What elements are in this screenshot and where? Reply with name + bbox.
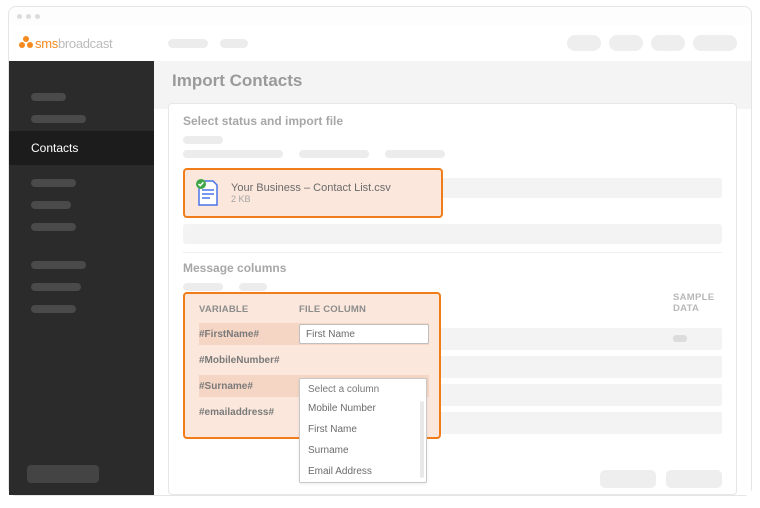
footer-button[interactable]	[600, 470, 656, 488]
placeholder	[385, 150, 445, 158]
placeholder-stripe	[183, 224, 722, 244]
columns-section-title: Message columns	[183, 261, 722, 275]
mapping-variable: #FirstName#	[199, 329, 299, 340]
sidebar-item[interactable]	[31, 283, 81, 291]
uploaded-file-card[interactable]: Your Business – Contact List.csv 2 KB	[183, 168, 443, 218]
column-select[interactable]: First Name	[299, 324, 429, 344]
dropdown-placeholder: Select a column	[300, 379, 426, 398]
footer-button[interactable]	[666, 470, 722, 488]
topbar-item[interactable]	[168, 39, 208, 48]
placeholder	[183, 283, 223, 291]
placeholder	[183, 150, 283, 158]
page-header: Import Contacts	[154, 61, 751, 109]
mapping-variable: #Surname#	[199, 381, 299, 392]
topbar-action[interactable]	[609, 35, 643, 51]
sidebar-bottom-button[interactable]	[27, 465, 99, 483]
import-panel: Select status and import file	[168, 103, 737, 495]
topbar-action[interactable]	[693, 35, 737, 51]
logo[interactable]: smsbroadcast	[9, 25, 154, 61]
dropdown-scrollbar[interactable]	[420, 401, 424, 478]
sidebar-item[interactable]	[31, 201, 71, 209]
sidebar-item[interactable]	[31, 179, 76, 187]
window-titlebar	[9, 7, 751, 25]
mapping-header-variable: VARIABLE	[199, 304, 299, 315]
file-icon	[195, 178, 221, 208]
dropdown-option[interactable]: Surname	[300, 440, 426, 461]
dropdown-option[interactable]: First Name	[300, 419, 426, 440]
file-info: Your Business – Contact List.csv 2 KB	[231, 182, 391, 204]
window-dot	[17, 14, 22, 19]
sample-header: SAMPLE DATA	[673, 292, 722, 314]
upload-section-title: Select status and import file	[183, 114, 722, 128]
file-name: Your Business – Contact List.csv	[231, 182, 391, 194]
dropdown-option[interactable]: Mobile Number	[300, 398, 426, 419]
file-size: 2 KB	[231, 194, 391, 204]
app-body: smsbroadcast Contacts	[9, 25, 751, 495]
sidebar: smsbroadcast Contacts	[9, 25, 154, 495]
placeholder	[239, 283, 267, 291]
sidebar-item[interactable]	[31, 223, 76, 231]
topbar-action[interactable]	[651, 35, 685, 51]
footer-actions	[600, 470, 722, 488]
placeholder	[183, 136, 223, 144]
logo-icon	[19, 36, 33, 50]
app-window: smsbroadcast Contacts	[8, 6, 752, 496]
logo-text: smsbroadcast	[35, 36, 112, 51]
mapping-variable: #MobileNumber#	[199, 355, 299, 366]
placeholder	[299, 150, 369, 158]
topbar-item[interactable]	[220, 39, 248, 48]
sidebar-item[interactable]	[31, 261, 86, 269]
dropdown-option[interactable]: Email Address	[300, 461, 426, 482]
sidebar-item[interactable]	[31, 305, 76, 313]
mapping-variable: #emailaddress#	[199, 407, 299, 418]
mapping-row: #FirstName# First Name	[199, 323, 429, 345]
window-dot	[35, 14, 40, 19]
sidebar-item[interactable]	[31, 115, 86, 123]
column-mapping-box: VARIABLE FILE COLUMN #FirstName# First N…	[183, 292, 441, 439]
topbar	[154, 25, 751, 61]
topbar-action[interactable]	[567, 35, 601, 51]
mapping-row: #MobileNumber#	[199, 349, 429, 371]
sidebar-item-contacts[interactable]: Contacts	[9, 131, 154, 165]
window-dot	[26, 14, 31, 19]
sidebar-item[interactable]	[31, 93, 66, 101]
column-dropdown[interactable]: Select a column Mobile Number First Name…	[299, 378, 427, 483]
main-area: Import Contacts Select status and import…	[154, 25, 751, 495]
sidebar-nav: Contacts	[9, 61, 154, 495]
page-title: Import Contacts	[172, 71, 733, 91]
divider	[183, 252, 722, 253]
mapping-header-filecol: FILE COLUMN	[299, 304, 366, 315]
